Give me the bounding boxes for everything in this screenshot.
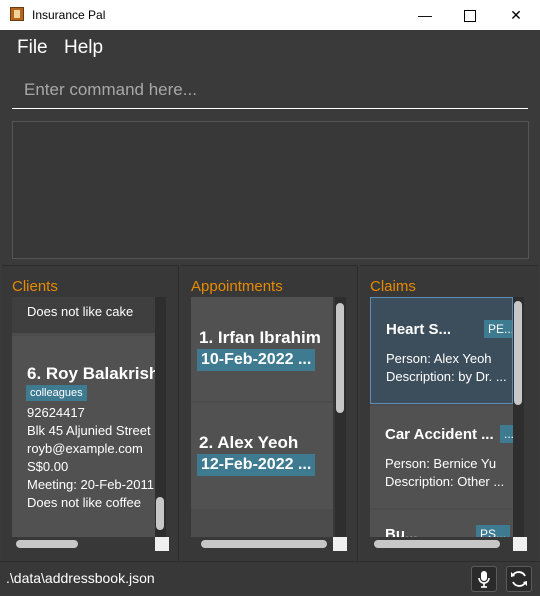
claim-3-title: Bu... <box>385 526 418 537</box>
client-income: S$0.00 <box>27 459 69 474</box>
clients-vscrollbar[interactable] <box>155 297 166 537</box>
clients-scroll-corner <box>155 537 169 551</box>
command-input[interactable] <box>12 74 534 106</box>
client-email: royb@example.com <box>27 441 143 456</box>
appointments-title: Appointments <box>191 278 283 295</box>
claims-title: Claims <box>370 278 416 295</box>
claims-hscroll-thumb[interactable] <box>374 540 500 548</box>
claim-1-person: Person: Alex Yeoh <box>386 351 492 366</box>
maximize-button[interactable] <box>447 0 493 30</box>
clients-vscroll-thumb[interactable] <box>156 497 164 530</box>
close-button[interactable]: ✕ <box>493 0 539 30</box>
appointment-2-name: 2. Alex Yeoh <box>199 433 299 452</box>
microphone-button[interactable] <box>471 566 497 592</box>
clients-panel: Clients Does not like cake 6. Roy Balakr… <box>2 265 179 562</box>
claim-1-tag: PE... <box>484 320 512 338</box>
claims-vscrollbar[interactable] <box>513 297 524 537</box>
claim-2-tag: ... <box>500 425 513 443</box>
appointments-panel: Appointments 1. Irfan Ibrahim 10-Feb-202… <box>181 265 358 562</box>
appointments-hscroll-thumb[interactable] <box>201 540 327 548</box>
claim-card-2[interactable]: Car Accident ... ... Person: Bernice Yu … <box>370 406 513 508</box>
command-box <box>12 74 534 109</box>
menu-file[interactable]: File <box>17 37 48 59</box>
claim-2-description: Description: Other ... <box>385 474 505 489</box>
refresh-button[interactable] <box>506 566 532 592</box>
appointments-vscrollbar[interactable] <box>335 297 346 537</box>
client-card-partial[interactable]: Does not like cake <box>12 297 155 333</box>
appointment-1-date: 10-Feb-2022 ... <box>197 349 316 371</box>
appointment-1-name: 1. Irfan Ibrahim <box>199 328 321 347</box>
appointment-2-date: 12-Feb-2022 ... <box>197 454 316 476</box>
claim-1-title: Heart S... <box>386 321 452 338</box>
client-card[interactable]: 6. Roy Balakrish colleagues 92624417 Blk… <box>12 336 155 537</box>
appointment-card-1[interactable]: 1. Irfan Ibrahim 10-Feb-2022 ... <box>191 297 333 401</box>
appointment-card-2[interactable]: 2. Alex Yeoh 12-Feb-2022 ... <box>191 403 333 509</box>
client-remark: Does not like coffee <box>27 495 141 510</box>
microphone-icon <box>478 571 490 588</box>
save-location: .\data\addressbook.json <box>6 570 155 586</box>
client-address: Blk 45 Aljunied Street <box>27 423 151 438</box>
app-icon <box>10 7 24 21</box>
menu-bar: File Help <box>0 30 540 64</box>
clients-list[interactable]: Does not like cake 6. Roy Balakrish coll… <box>12 297 155 537</box>
claim-2-title: Car Accident ... <box>385 426 494 443</box>
claim-card-1[interactable]: Heart S... PE... Person: Alex Yeoh Descr… <box>370 297 513 404</box>
appointments-list[interactable]: 1. Irfan Ibrahim 10-Feb-2022 ... 2. Alex… <box>191 297 333 537</box>
claims-vscroll-thumb[interactable] <box>514 301 522 405</box>
claims-panel: Claims Heart S... PE... Person: Alex Yeo… <box>360 265 538 562</box>
clients-title: Clients <box>12 278 58 295</box>
claim-2-person: Person: Bernice Yu <box>385 456 497 471</box>
appointments-scroll-corner <box>333 537 347 551</box>
claim-1-description: Description: by Dr. ... <box>386 369 507 384</box>
claim-card-3[interactable]: Bu... PS... <box>370 510 513 537</box>
client-meeting: Meeting: 20-Feb-2011 <box>27 477 154 492</box>
status-bar: .\data\addressbook.json <box>0 561 540 594</box>
client-name: 6. Roy Balakrish <box>27 364 155 383</box>
window-title-bar[interactable]: Insurance Pal — ✕ <box>0 0 540 30</box>
maximize-icon <box>464 10 476 23</box>
result-display[interactable] <box>12 121 529 259</box>
client-phone: 92624417 <box>27 405 85 420</box>
claim-3-tag: PS... <box>476 525 511 537</box>
claims-list[interactable]: Heart S... PE... Person: Alex Yeoh Descr… <box>370 297 513 537</box>
client-remark-partial: Does not like cake <box>27 304 134 319</box>
appointments-vscroll-thumb[interactable] <box>336 303 344 413</box>
claims-scroll-corner <box>513 537 527 551</box>
minimize-button[interactable]: — <box>402 0 448 30</box>
client-tag: colleagues <box>26 385 87 401</box>
window-title: Insurance Pal <box>32 8 106 22</box>
refresh-icon <box>511 571 527 587</box>
menu-help[interactable]: Help <box>64 37 103 59</box>
clients-hscroll-thumb[interactable] <box>16 540 78 548</box>
